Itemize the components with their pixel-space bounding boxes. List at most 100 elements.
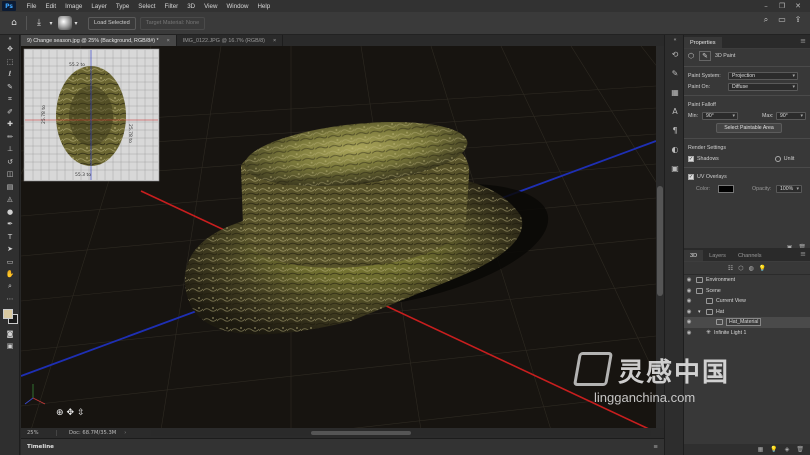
history-brush-tool-icon[interactable]: ↺ <box>0 156 20 169</box>
menu-help[interactable]: Help <box>253 3 275 10</box>
marquee-tool-icon[interactable]: ⬚ <box>0 56 20 69</box>
visibility-eye-icon[interactable]: ◉ <box>684 277 694 283</box>
visibility-eye-icon[interactable]: ◉ <box>684 330 694 336</box>
menu-image[interactable]: Image <box>61 3 87 10</box>
tab-layers[interactable]: Layers <box>703 250 732 261</box>
timeline-panel[interactable]: Timeline ≡ <box>21 438 664 455</box>
pen-tool-icon[interactable]: ✒ <box>0 218 20 231</box>
clone-stamp-tool-icon[interactable]: ⊥ <box>0 143 20 156</box>
rectangle-tool-icon[interactable]: ▭ <box>0 256 20 269</box>
layer-row-hat[interactable]: ◉ ▾ Hat <box>684 307 810 318</box>
chevron-down-icon[interactable]: ▾ <box>47 15 55 31</box>
menu-layer[interactable]: Layer <box>87 3 111 10</box>
properties-panel-icon[interactable]: ▣ <box>665 159 685 178</box>
minimize-icon[interactable]: – <box>758 2 774 10</box>
target-material-button[interactable]: Target Material: None <box>139 16 206 30</box>
collapse-icon[interactable]: « <box>665 35 685 45</box>
lasso-tool-icon[interactable]: ℓ <box>0 68 20 81</box>
maximize-icon[interactable]: ❐ <box>774 2 790 10</box>
gradient-tool-icon[interactable]: ▤ <box>0 181 20 194</box>
eyedropper-tool-icon[interactable]: ✐ <box>0 106 20 119</box>
render-icon[interactable]: ◈ <box>785 446 790 453</box>
tab-channels[interactable]: Channels <box>732 250 768 261</box>
paint-mode-icon[interactable]: ✎ <box>699 51 711 61</box>
scroll-thumb[interactable] <box>311 431 411 435</box>
zoom-tool-icon[interactable]: ⌕ <box>0 281 20 294</box>
delete-icon[interactable]: 🗑 <box>796 446 804 453</box>
search-icon[interactable]: ⌕ <box>758 15 774 25</box>
opacity-field[interactable]: 100% <box>776 185 802 193</box>
layer-row-current-view[interactable]: ◉ Current View <box>684 296 810 307</box>
panel-menu-icon[interactable]: ≡ <box>800 37 806 45</box>
min-field[interactable]: 90° <box>702 111 738 120</box>
visibility-eye-icon[interactable]: ◉ <box>684 298 694 304</box>
collapse-icon[interactable]: » <box>0 35 20 43</box>
layer-row-environment[interactable]: ◉ Environment <box>684 275 810 286</box>
pan-3d-icon[interactable]: ✥ <box>67 408 75 418</box>
add-light-icon[interactable]: 💡 <box>770 446 777 453</box>
tab-3d[interactable]: 3D <box>684 250 704 261</box>
layer-row-scene[interactable]: ◉ Scene <box>684 286 810 297</box>
brush-settings-icon[interactable]: ✎ <box>665 64 685 83</box>
workspace-icon[interactable]: ▭ <box>774 15 790 25</box>
menu-view[interactable]: View <box>200 3 222 10</box>
orbit-3d-icon[interactable]: ⊕ <box>56 408 64 418</box>
home-icon[interactable]: ⌂ <box>6 15 22 31</box>
whole-scene-filter-icon[interactable]: ☷ <box>728 265 733 272</box>
unlit-radio[interactable] <box>774 155 781 162</box>
uv-overlays-checkbox[interactable]: ✓ <box>688 173 694 180</box>
foreground-color[interactable] <box>3 308 13 319</box>
paint-system-select[interactable]: Projection <box>728 71 798 80</box>
canvas-viewport[interactable]: 55.2 to 55.3 to 25.78 to 25.78 to ⊕ ✥ ⇳ <box>21 46 656 430</box>
quick-select-tool-icon[interactable]: ✎ <box>0 81 20 94</box>
dodge-tool-icon[interactable]: ● <box>0 206 20 219</box>
visibility-eye-icon[interactable]: ◉ <box>684 309 694 315</box>
hand-tool-icon[interactable]: ✋ <box>0 268 20 281</box>
path-select-tool-icon[interactable]: ➤ <box>0 243 20 256</box>
materials-filter-icon[interactable]: ◍ <box>748 265 753 272</box>
history-panel-icon[interactable]: ⟲ <box>665 45 685 64</box>
eraser-tool-icon[interactable]: ◫ <box>0 168 20 181</box>
type-tool-icon[interactable]: T <box>0 231 20 244</box>
panel-menu-icon[interactable]: ≡ <box>653 444 658 450</box>
blur-tool-icon[interactable]: ◬ <box>0 193 20 206</box>
panel-menu-icon[interactable]: ≡ <box>800 250 806 258</box>
brush-tool-icon[interactable]: ✏ <box>0 131 20 144</box>
swatches-icon[interactable]: ▦ <box>665 83 685 102</box>
crop-tool-icon[interactable]: ⌗ <box>0 93 20 106</box>
visibility-eye-icon[interactable]: ◉ <box>684 319 694 325</box>
paint-on-select[interactable]: Diffuse <box>728 82 798 91</box>
menu-select[interactable]: Select <box>134 3 160 10</box>
menu-file[interactable]: File <box>22 3 41 10</box>
paragraph-panel-icon[interactable]: ¶ <box>665 121 685 140</box>
scroll-thumb[interactable] <box>657 186 663 296</box>
meshes-filter-icon[interactable]: ⬡ <box>738 265 743 272</box>
tab-change-season[interactable]: 9) Change season.jpg @ 25% (Background, … <box>21 35 177 46</box>
3d-scene[interactable]: 55.2 to 55.3 to 25.78 to 25.78 to <box>21 46 656 430</box>
adjustments-icon[interactable]: ◐ <box>665 140 685 159</box>
menu-3d[interactable]: 3D <box>183 3 200 10</box>
close-icon[interactable]: × <box>167 38 170 44</box>
menu-type[interactable]: Type <box>111 3 133 10</box>
close-icon[interactable]: × <box>273 38 276 44</box>
uv-color-swatch[interactable] <box>718 185 734 193</box>
color-swatches[interactable] <box>0 306 20 328</box>
tab-img-0122[interactable]: IMG_0122.JPG @ 16.7% (RGB/8) × <box>177 35 284 46</box>
menu-edit[interactable]: Edit <box>41 3 61 10</box>
tab-properties[interactable]: Properties <box>684 37 722 48</box>
menu-filter[interactable]: Filter <box>160 3 183 10</box>
chevron-down-icon[interactable]: ▾ <box>698 309 704 315</box>
add-mesh-icon[interactable]: ▦ <box>758 446 764 453</box>
max-field[interactable]: 90° <box>776 111 806 120</box>
visibility-eye-icon[interactable]: ◉ <box>684 288 694 294</box>
material-swatch[interactable] <box>58 16 72 30</box>
screen-mode-icon[interactable]: ▣ <box>0 340 20 353</box>
load-selected-button[interactable]: Load Selected <box>88 16 136 30</box>
more-tools-icon[interactable]: ⋯ <box>0 293 20 306</box>
layer-row-hat-material[interactable]: ◉ Hat_Material <box>684 317 810 328</box>
quick-mask-icon[interactable]: ◙ <box>0 328 20 341</box>
close-icon[interactable]: ✕ <box>790 2 806 10</box>
chevron-down-icon[interactable]: ▾ <box>72 15 80 31</box>
horizontal-scrollbar[interactable] <box>151 430 651 436</box>
shadows-checkbox[interactable]: ✓ <box>688 155 694 162</box>
